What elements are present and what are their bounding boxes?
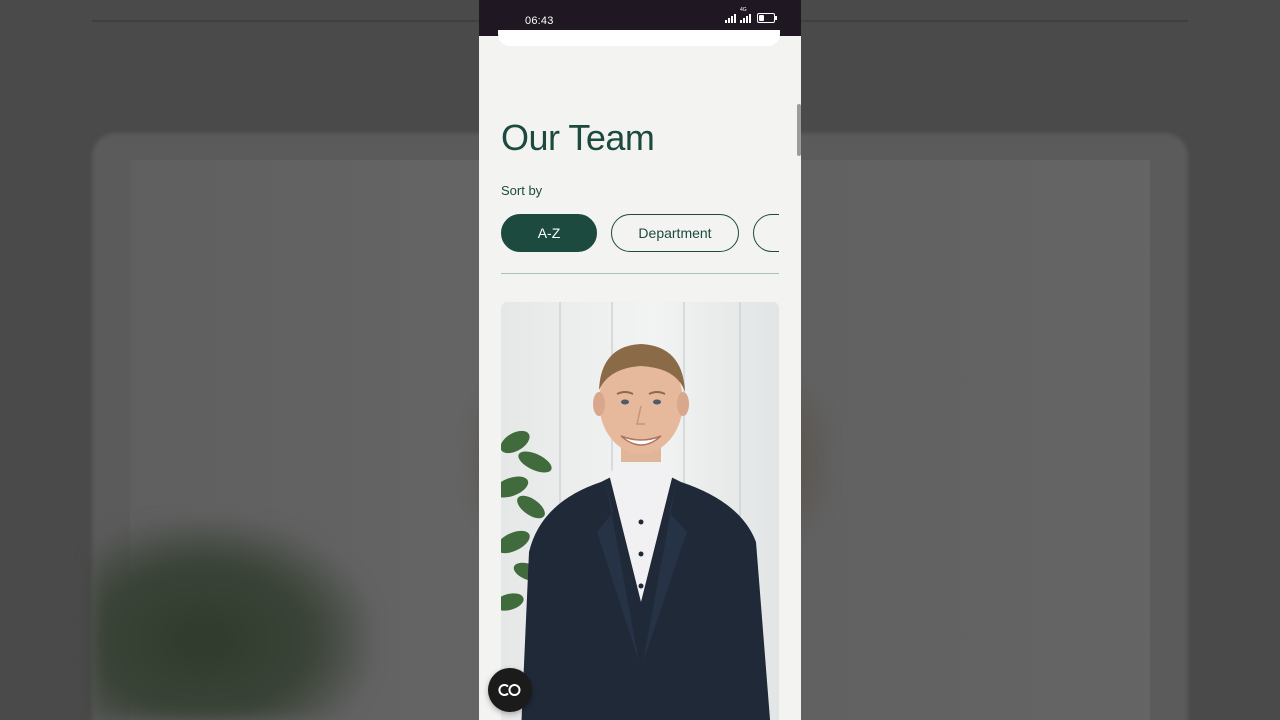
page-title: Our Team [501,117,655,158]
phone-screen: 06:43 4G Our Team Sort by A-Z Department [479,0,801,720]
background-plant-blur [92,520,372,720]
wifi-signal-icon [725,13,736,23]
sort-chip-department[interactable]: Department [611,214,739,252]
sort-label: Sort by [501,183,543,198]
collab-floating-button[interactable] [488,668,532,712]
scrollbar[interactable] [797,104,801,156]
cellular-signal-icon: 4G [740,7,751,23]
sort-options: A-Z Department [501,214,779,254]
collab-logo-icon [498,684,521,696]
network-type-label: 4G [740,7,747,13]
battery-level [759,15,764,21]
person-portrait [501,344,771,720]
battery-icon [757,13,777,23]
team-member-photo[interactable] [501,302,779,720]
sort-chip-a-z[interactable]: A-Z [501,214,597,252]
sort-chip-more[interactable] [753,214,779,252]
previous-card-edge [498,30,780,46]
status-icons: 4G [725,7,777,23]
section-divider [501,273,779,274]
status-time: 06:43 [525,15,554,27]
